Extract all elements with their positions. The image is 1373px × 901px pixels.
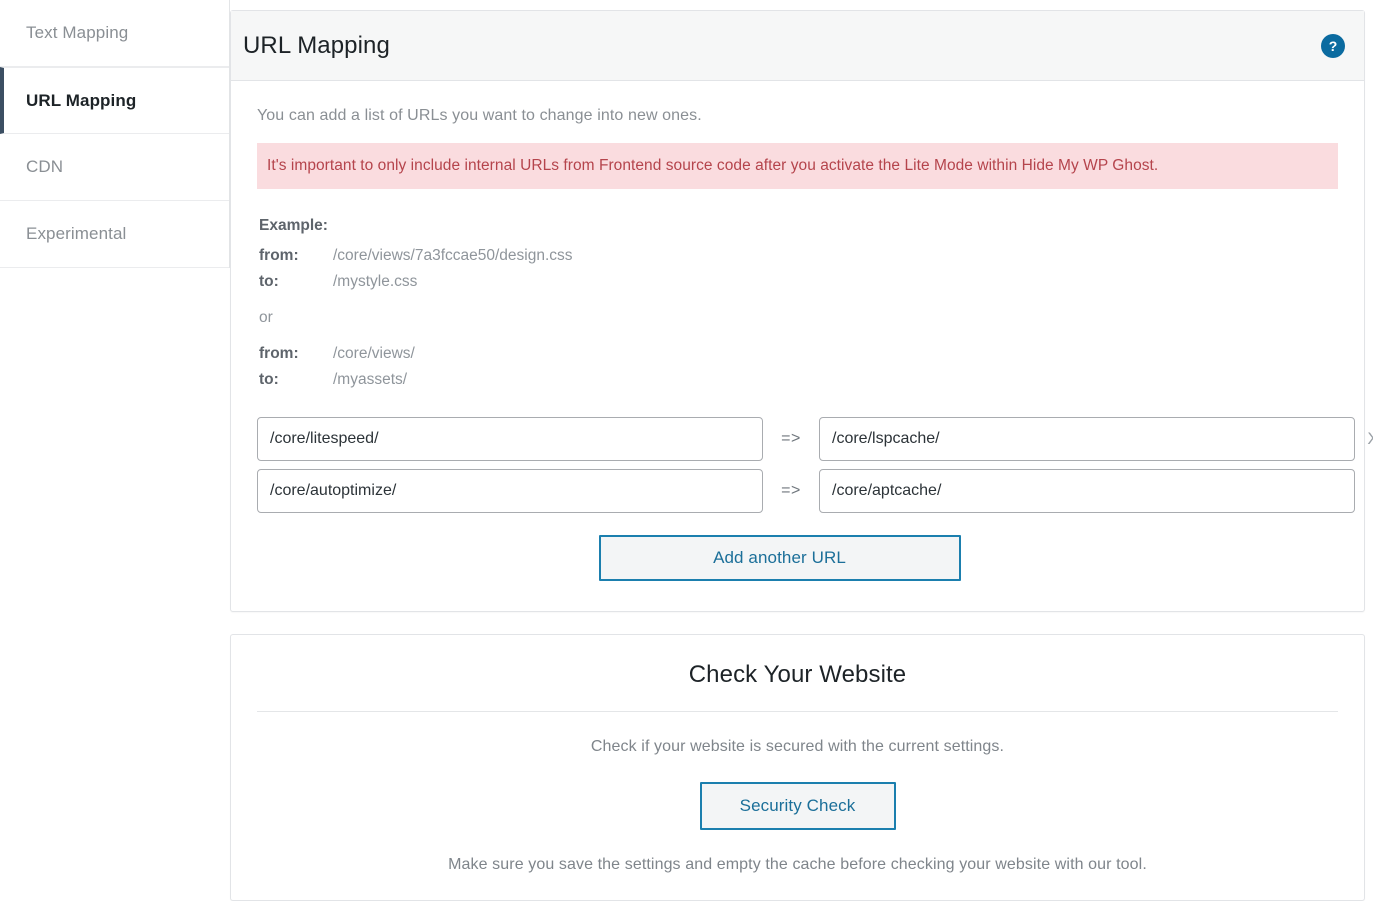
url-mapping-row: => X: [257, 417, 1338, 461]
page-title: URL Mapping: [243, 32, 390, 60]
check-website-card: Check Your Website Check if your website…: [230, 634, 1365, 901]
remove-row-button[interactable]: X: [1355, 429, 1373, 449]
sidebar: Text Mapping URL Mapping CDN Experimenta…: [0, 0, 230, 268]
example-to-label: to:: [259, 367, 333, 393]
page-root: Text Mapping URL Mapping CDN Experimenta…: [0, 0, 1373, 901]
check-website-title: Check Your Website: [257, 661, 1338, 689]
sidebar-item-label: Experimental: [26, 224, 126, 244]
add-another-url-button[interactable]: Add another URL: [599, 535, 961, 581]
example-from-label: from:: [259, 341, 333, 367]
example-block: Example: from: /core/views/7a3fccae50/de…: [259, 217, 1338, 393]
sidebar-item-url-mapping[interactable]: URL Mapping: [0, 67, 229, 134]
url-to-input[interactable]: [819, 417, 1355, 461]
example-from-label: from:: [259, 243, 333, 269]
example-row-to-2: to: /myassets/: [259, 367, 1338, 393]
arrow-separator: =>: [763, 482, 819, 500]
example-from-value: /core/views/7a3fccae50/design.css: [333, 243, 573, 269]
check-website-footnote: Make sure you save the settings and empt…: [257, 856, 1338, 874]
example-row-from-2: from: /core/views/: [259, 341, 1338, 367]
example-row-from-1: from: /core/views/7a3fccae50/design.css: [259, 243, 1338, 269]
add-row-area: Add another URL: [257, 535, 1338, 581]
main-content: URL Mapping ? You can add a list of URLs…: [230, 0, 1373, 901]
url-to-input[interactable]: [819, 469, 1355, 513]
sidebar-item-text-mapping[interactable]: Text Mapping: [0, 0, 229, 67]
example-to-label: to:: [259, 269, 333, 295]
url-mapping-card: URL Mapping ? You can add a list of URLs…: [230, 10, 1365, 612]
example-to-value: /mystyle.css: [333, 269, 417, 295]
example-title: Example:: [259, 217, 1338, 235]
example-or: or: [259, 305, 1338, 331]
check-website-subtitle: Check if your website is secured with th…: [257, 738, 1338, 756]
card-body: You can add a list of URLs you want to c…: [231, 81, 1364, 611]
sidebar-item-label: CDN: [26, 157, 63, 177]
sidebar-item-label: Text Mapping: [26, 23, 128, 43]
security-check-button[interactable]: Security Check: [700, 782, 896, 830]
sidebar-item-experimental[interactable]: Experimental: [0, 201, 229, 268]
sidebar-item-cdn[interactable]: CDN: [0, 134, 229, 201]
example-from-value: /core/views/: [333, 341, 415, 367]
example-to-value: /myassets/: [333, 367, 407, 393]
sidebar-item-label: URL Mapping: [26, 91, 136, 111]
url-from-input[interactable]: [257, 469, 763, 513]
example-row-to-1: to: /mystyle.css: [259, 269, 1338, 295]
arrow-separator: =>: [763, 430, 819, 448]
help-circle-icon[interactable]: ?: [1322, 35, 1344, 57]
section-divider: [257, 711, 1338, 712]
check-website-body: Check Your Website Check if your website…: [231, 635, 1364, 900]
url-mapping-row: => X: [257, 469, 1338, 513]
notice-banner: It's important to only include internal …: [257, 143, 1338, 189]
card-header: URL Mapping ?: [231, 11, 1364, 81]
url-from-input[interactable]: [257, 417, 763, 461]
intro-text: You can add a list of URLs you want to c…: [257, 107, 1338, 125]
